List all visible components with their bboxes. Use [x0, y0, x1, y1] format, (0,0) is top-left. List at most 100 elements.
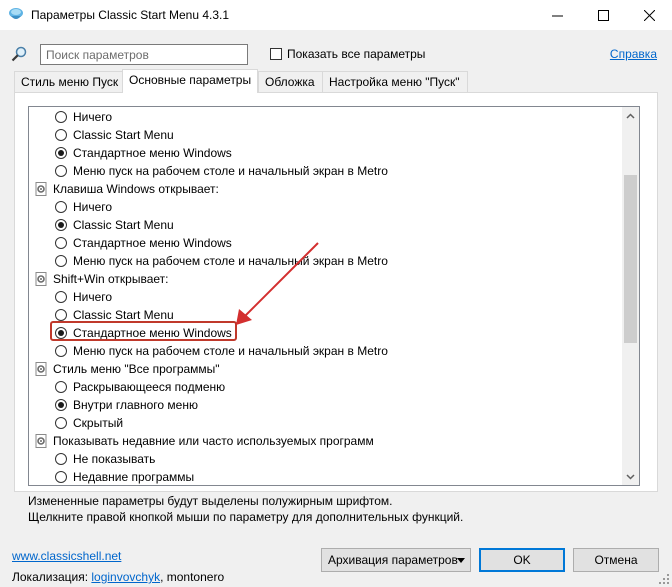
tab-label: Обложка	[265, 75, 315, 89]
settings-radio-option[interactable]: Ничего	[29, 288, 623, 306]
settings-page-icon	[35, 434, 47, 448]
radio-unchecked-icon[interactable]	[55, 471, 67, 483]
settings-radio-option[interactable]: Скрытый	[29, 414, 623, 432]
settings-radio-option[interactable]: Внутри главного меню	[29, 396, 623, 414]
localization-label: Локализация:	[12, 570, 89, 584]
show-all-label[interactable]: Показать все параметры	[287, 47, 425, 61]
option-label: Внутри главного меню	[73, 398, 198, 412]
settings-list: Ничего Classic Start Menu Стандартное меню…	[28, 106, 640, 486]
minimize-icon	[551, 15, 563, 16]
radio-unchecked-icon[interactable]	[55, 291, 67, 303]
settings-radio-option[interactable]: Classic Start Menu	[29, 126, 623, 144]
scroll-up-button[interactable]	[622, 107, 639, 124]
tab-skin[interactable]: Обложка	[258, 71, 324, 92]
localization-credit: Локализация: loginvovchyk, montonero	[12, 570, 224, 584]
settings-radio-option[interactable]: Стандартное меню Windows	[29, 234, 623, 252]
settings-group-header[interactable]: Клавиша Windows открывает:	[29, 180, 623, 198]
tab-label: Настройка меню "Пуск"	[329, 75, 460, 89]
scroll-down-button[interactable]	[622, 468, 639, 485]
maximize-icon	[597, 9, 609, 21]
backup-label: Архивация параметров	[328, 553, 458, 567]
shell-app-icon	[9, 8, 23, 19]
settings-page-icon	[35, 182, 47, 196]
option-label: Ничего	[73, 290, 113, 304]
chevron-down-icon	[626, 473, 635, 480]
option-label: Меню пуск на рабочем столе и начальный э…	[73, 254, 388, 268]
cancel-button[interactable]: Отмена	[573, 548, 659, 572]
scroll-thumb[interactable]	[624, 175, 637, 343]
search-input[interactable]	[40, 44, 248, 65]
option-label: Стандартное меню Windows	[73, 146, 232, 160]
radio-unchecked-icon[interactable]	[55, 417, 67, 429]
radio-unchecked-icon[interactable]	[55, 111, 67, 123]
tab-start-menu-style[interactable]: Стиль меню Пуск	[14, 71, 124, 92]
settings-radio-option[interactable]: Меню пуск на рабочем столе и начальный э…	[29, 252, 623, 270]
localization-author-link[interactable]: loginvovchyk	[91, 570, 160, 584]
radio-unchecked-icon[interactable]	[55, 129, 67, 141]
radio-unchecked-icon[interactable]	[55, 381, 67, 393]
settings-radio-option[interactable]: Меню пуск на рабочем столе и начальный э…	[29, 162, 623, 180]
radio-unchecked-icon[interactable]	[55, 255, 67, 267]
option-label: Не показывать	[73, 452, 156, 466]
settings-group-header[interactable]: Показывать недавние или часто используем…	[29, 432, 623, 450]
settings-radio-option[interactable]: Не показывать	[29, 450, 623, 468]
radio-unchecked-icon[interactable]	[55, 165, 67, 177]
radio-unchecked-icon[interactable]	[55, 345, 67, 357]
settings-radio-option[interactable]: Раскрывающееся подменю	[29, 378, 623, 396]
radio-checked-icon[interactable]	[55, 399, 67, 411]
settings-page-icon	[35, 362, 47, 376]
radio-unchecked-icon[interactable]	[55, 309, 67, 321]
tab-label: Стиль меню Пуск	[21, 75, 119, 89]
settings-radio-option[interactable]: Стандартное меню Windows	[29, 144, 623, 162]
highlight-annotation	[50, 321, 237, 341]
vertical-scrollbar[interactable]	[622, 107, 639, 485]
option-label: Стандартное меню Windows	[73, 236, 232, 250]
localization-rest: , montonero	[160, 570, 225, 584]
option-label: Classic Start Menu	[73, 128, 174, 142]
settings-radio-option[interactable]: Classic Start Menu	[29, 216, 623, 234]
option-label: Classic Start Menu	[73, 308, 174, 322]
option-label: Раскрывающееся подменю	[73, 380, 226, 394]
backup-settings-button[interactable]: Архивация параметров	[321, 548, 471, 572]
settings-radio-option[interactable]: Недавние программы	[29, 468, 623, 485]
website-link[interactable]: www.classicshell.net	[12, 549, 121, 563]
close-button[interactable]	[626, 0, 672, 30]
tab-label: Основные параметры	[129, 73, 252, 87]
option-label: Скрытый	[73, 416, 124, 430]
settings-radio-option[interactable]: Ничего	[29, 108, 623, 126]
close-icon	[643, 9, 655, 21]
maximize-button[interactable]	[580, 0, 626, 30]
tab-customize-start-menu[interactable]: Настройка меню "Пуск"	[322, 71, 468, 92]
radio-unchecked-icon[interactable]	[55, 453, 67, 465]
option-label: Меню пуск на рабочем столе и начальный э…	[73, 164, 388, 178]
radio-unchecked-icon[interactable]	[55, 201, 67, 213]
option-label: Ничего	[73, 200, 113, 214]
option-label: Меню пуск на рабочем столе и начальный э…	[73, 344, 388, 358]
tab-basic-settings[interactable]: Основные параметры	[122, 69, 258, 93]
settings-group-header[interactable]: Shift+Win открывает:	[29, 270, 623, 288]
group-label: Shift+Win открывает:	[53, 272, 169, 286]
ok-label: OK	[513, 553, 531, 567]
info-line-bold-hint: Измененные параметры будут выделены полу…	[28, 494, 393, 508]
show-all-checkbox[interactable]	[270, 48, 282, 60]
help-link[interactable]: Справка	[610, 47, 657, 61]
chevron-up-icon	[626, 112, 635, 119]
radio-unchecked-icon[interactable]	[55, 237, 67, 249]
minimize-button[interactable]	[534, 0, 580, 30]
window-title: Параметры Classic Start Menu 4.3.1	[31, 8, 230, 22]
group-label: Клавиша Windows открывает:	[53, 182, 219, 196]
settings-radio-option[interactable]: Ничего	[29, 198, 623, 216]
resize-grip-icon[interactable]	[658, 573, 670, 585]
radio-checked-icon[interactable]	[55, 147, 67, 159]
option-label: Classic Start Menu	[73, 218, 174, 232]
radio-checked-icon[interactable]	[55, 219, 67, 231]
option-label: Ничего	[73, 110, 113, 124]
settings-group-header[interactable]: Стиль меню "Все программы"	[29, 360, 623, 378]
info-line-rightclick-hint: Щелкните правой кнопкой мыши по параметр…	[28, 510, 464, 524]
title-bar: Параметры Classic Start Menu 4.3.1	[0, 0, 672, 30]
cancel-label: Отмена	[594, 553, 638, 567]
ok-button[interactable]: OK	[479, 548, 565, 572]
group-label: Показывать недавние или часто используем…	[53, 434, 374, 448]
search-icon	[11, 46, 27, 62]
settings-radio-option[interactable]: Меню пуск на рабочем столе и начальный э…	[29, 342, 623, 360]
